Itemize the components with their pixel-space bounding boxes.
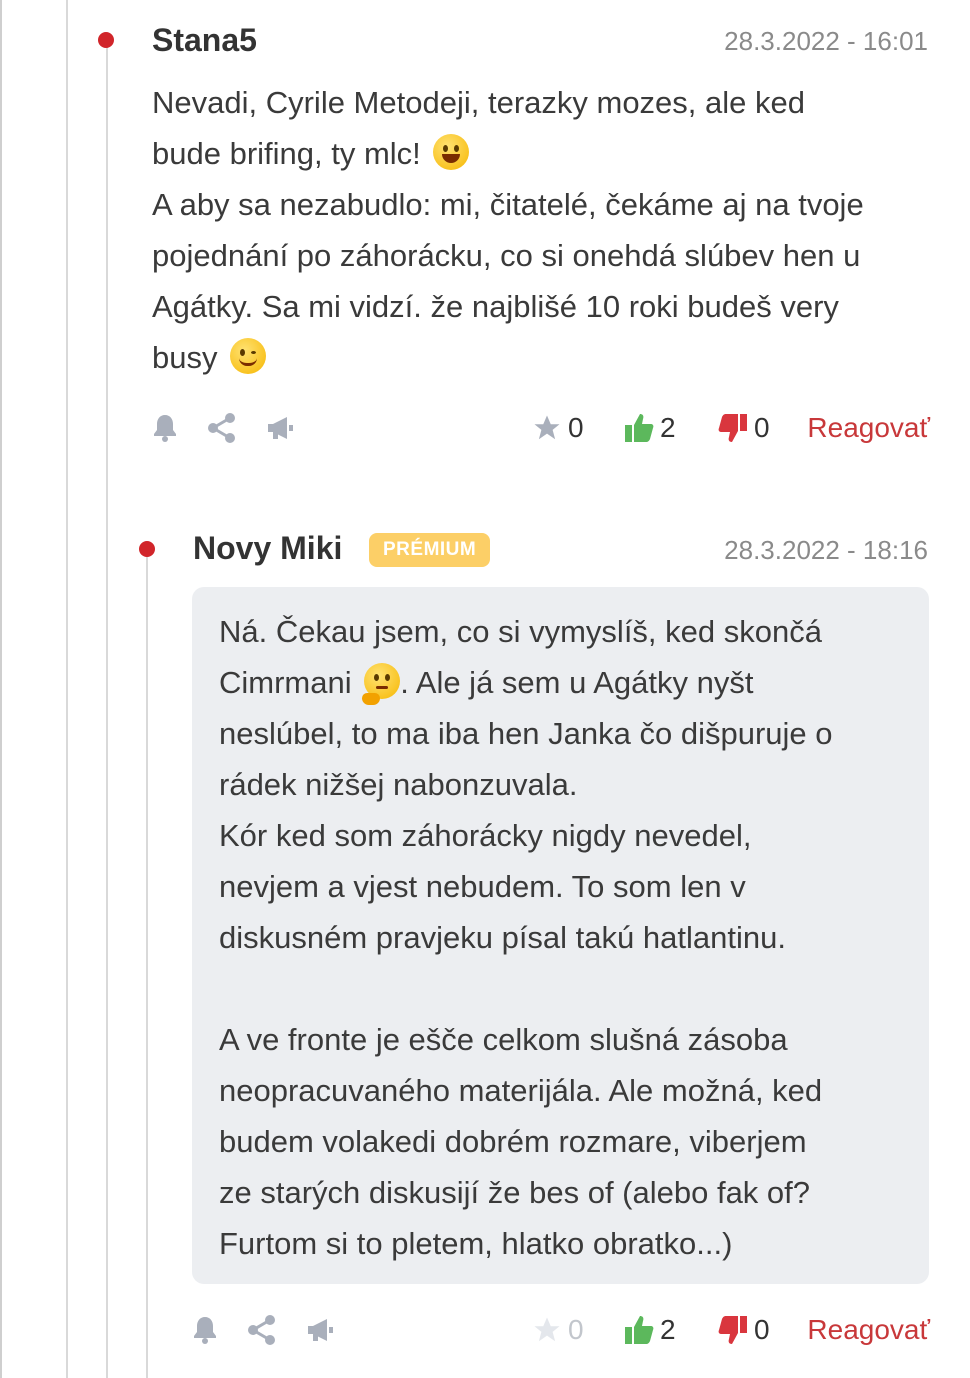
bell-icon[interactable]	[188, 1313, 222, 1347]
thread-line-outer	[66, 0, 68, 1378]
dislike-count: 0	[754, 412, 770, 443]
comment-text: Ná. Čekau jsem, co si vymyslíš, ked skon…	[219, 606, 909, 1269]
megaphone-icon[interactable]	[263, 411, 297, 445]
thumbs-up-icon[interactable]	[622, 411, 656, 445]
share-icon[interactable]	[245, 1313, 279, 1347]
comment-timestamp: 28.3.2022 - 16:01	[724, 26, 928, 56]
comment-text-line: A aby sa nezabudlo: mi, čitatelé, čekáme…	[152, 187, 864, 222]
favorite-count: 0	[568, 412, 584, 443]
comment-author[interactable]: Stana5	[152, 22, 257, 59]
thread-line-comment-1	[106, 40, 108, 1378]
star-icon[interactable]	[530, 1313, 564, 1347]
comment-text-line: rádek nižšej nabonzuvala.	[219, 767, 578, 802]
comment-text-line: budem volakedi dobrém rozmare, viberjem	[219, 1124, 807, 1159]
thread-line-reply	[146, 550, 148, 1378]
comment-text-line: bude brifing, ty mlc!	[152, 128, 942, 179]
grinning-face-emoji	[433, 134, 470, 170]
bell-icon[interactable]	[148, 411, 182, 445]
reply-link[interactable]: Reagovať	[807, 1313, 930, 1347]
favorite-count: 0	[568, 1314, 584, 1345]
comment-text: Nevadi, Cyrile Metodeji, terazky mozes, …	[152, 77, 942, 383]
thumbs-down-icon[interactable]	[716, 1313, 750, 1347]
winking-face-emoji	[230, 338, 267, 374]
dislike-count: 0	[754, 1314, 770, 1345]
reply-link[interactable]: Reagovať	[807, 411, 930, 445]
comment-text-line: A ve fronte je ešče celkom slušná zásoba	[219, 1022, 788, 1057]
like-count: 2	[660, 1314, 676, 1345]
comment-actions: 0 2 0 Reagovať	[188, 1313, 938, 1353]
comment-text-line: Agátky. Sa mi vidzí. že najblišé 10 roki…	[152, 289, 839, 324]
comment-text-line: pojednání po záhorácku, co si onehdá slú…	[152, 238, 861, 273]
comment-text-line: neslúbel, to ma iba hen Janka čo dišpuru…	[219, 716, 833, 751]
comment-text-line: ze starých diskusijí že bes of (alebo fa…	[219, 1175, 811, 1210]
comment-text-line: busy	[152, 332, 942, 383]
share-icon[interactable]	[205, 411, 239, 445]
paragraph-spacer	[219, 963, 909, 1014]
comment-text-line: Ná. Čekau jsem, co si vymyslíš, ked skon…	[219, 614, 822, 649]
premium-badge: PRÉMIUM	[369, 533, 491, 567]
comment-text-line: Cimrmani . Ale já sem u Agátky nyšt	[219, 657, 909, 708]
comment-actions: 0 2 0 Reagovať	[148, 411, 938, 451]
page-edge-line	[0, 0, 2, 1378]
thinking-face-emoji	[362, 663, 401, 705]
thumbs-down-icon[interactable]	[716, 411, 750, 445]
thumbs-up-icon[interactable]	[622, 1313, 656, 1347]
comment-author[interactable]: Novy Miki	[193, 530, 342, 567]
comment-text-line: nevjem a vjest nebudem. To som len v	[219, 869, 746, 904]
comment-text-line: Kór ked som záhorácky nigdy nevedel,	[219, 818, 752, 853]
comment-text-line: diskusném pravjeku písal takú hatlantinu…	[219, 920, 786, 955]
megaphone-icon[interactable]	[303, 1313, 337, 1347]
like-count: 2	[660, 412, 676, 443]
star-icon[interactable]	[530, 411, 564, 445]
comment-text-line: Nevadi, Cyrile Metodeji, terazky mozes, …	[152, 85, 805, 120]
comment-bullet	[98, 32, 114, 48]
comment-bullet	[139, 541, 155, 557]
comment-text-line: Furtom si to pletem, hlatko obratko...)	[219, 1226, 733, 1261]
comment-timestamp: 28.3.2022 - 18:16	[724, 535, 928, 565]
comment-text-line: neopracuvaného materijála. Ale možná, ke…	[219, 1073, 823, 1108]
